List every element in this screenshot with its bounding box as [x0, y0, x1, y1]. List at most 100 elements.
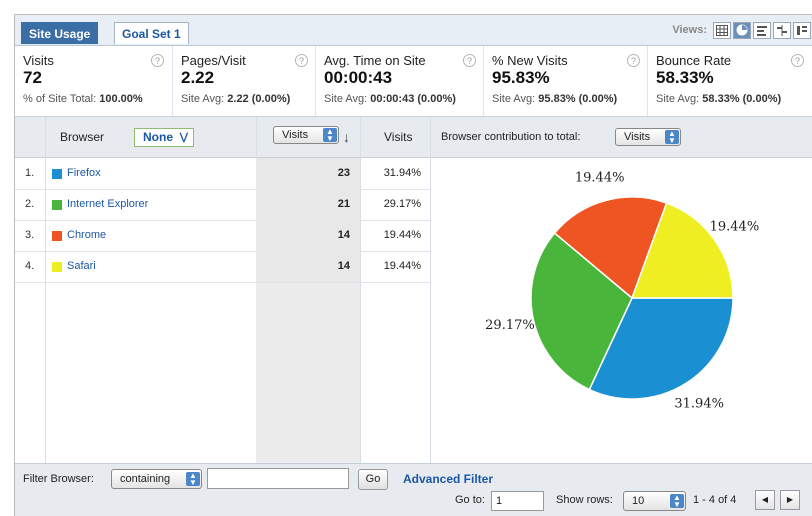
visits-cell: 21: [256, 189, 360, 220]
metric-sub-value: 95.83% (0.00%): [538, 93, 618, 105]
browser-link[interactable]: Firefox: [67, 158, 101, 189]
column-header-visits[interactable]: Visits: [384, 117, 412, 157]
metric-subtext: Site Avg: 95.83% (0.00%): [492, 93, 647, 105]
row-number: 1.: [25, 167, 35, 179]
column-header-browser[interactable]: Browser: [60, 117, 104, 157]
metric-sub-prefix: Site Avg:: [492, 93, 536, 105]
visits-cell: 14: [256, 220, 360, 251]
goto-label: Go to:: [455, 494, 485, 506]
metric-value: 00:00:43: [324, 68, 393, 87]
percent-cell: 31.94%: [383, 167, 421, 179]
metric-sub-prefix: Site Avg:: [656, 93, 700, 105]
metric-visits: Visits 72 % of Site Total: 100.00% ?: [15, 46, 173, 116]
contribution-metric-value: Visits: [624, 131, 651, 143]
percent-cell: 19.44%: [383, 260, 421, 272]
show-rows-select[interactable]: 10 ▲ ▼: [623, 491, 686, 511]
help-icon[interactable]: ?: [791, 54, 804, 67]
browser-link[interactable]: Chrome: [67, 220, 106, 251]
pie-view-icon[interactable]: [733, 21, 751, 39]
visits-cell: 23: [256, 158, 360, 189]
percent-cell: 29.17%: [383, 198, 421, 210]
metric-title: Bounce Rate: [656, 53, 732, 68]
metric-bounce-rate: Bounce Rate 58.33% Site Avg: 58.33% (0.0…: [648, 46, 812, 116]
table-row: 1. Firefox 23 31.94%: [15, 158, 430, 190]
scorecard: Visits 72 % of Site Total: 100.00% ? Pag…: [15, 46, 812, 117]
goto-page-input[interactable]: 1: [491, 491, 544, 511]
help-icon[interactable]: ?: [627, 54, 640, 67]
contribution-label: Browser contribution to total:: [441, 131, 581, 143]
filter-mode-select[interactable]: containing ▲ ▼: [111, 469, 202, 489]
sort-metric-select[interactable]: Visits ▲ ▼: [273, 126, 339, 144]
help-icon[interactable]: ?: [463, 54, 476, 67]
select-arrows-icon: ▲ ▼: [323, 128, 337, 143]
show-rows-label: Show rows:: [556, 494, 613, 506]
percent-cell: 19.44%: [383, 229, 421, 241]
metric-value: 72: [23, 68, 42, 87]
filter-input[interactable]: [207, 468, 349, 489]
table-view-icon[interactable]: [713, 21, 731, 39]
metric-title: Visits: [23, 53, 54, 68]
advanced-filter-link[interactable]: Advanced Filter: [403, 469, 493, 490]
metric-subtext: % of Site Total: 100.00%: [23, 93, 172, 105]
metric-title: % New Visits: [492, 53, 568, 68]
chevron-down-icon: ⋁: [179, 132, 188, 143]
help-icon[interactable]: ?: [151, 54, 164, 67]
secondary-dimension-select[interactable]: None ⋁: [134, 128, 194, 147]
row-number: 3.: [25, 229, 35, 241]
pie-label: 19.44%: [575, 170, 625, 185]
metric-subtext: Site Avg: 58.33% (0.00%): [656, 93, 812, 105]
filter-go-button[interactable]: Go: [358, 469, 388, 490]
metric-value: 2.22: [181, 68, 215, 87]
views-switcher: Views:: [672, 20, 811, 40]
legend-swatch: [52, 231, 62, 241]
views-label: Views:: [672, 24, 707, 36]
previous-page-button[interactable]: ◀: [755, 490, 775, 510]
metric-title: Avg. Time on Site: [324, 53, 426, 68]
visits-cell: 14: [256, 251, 360, 282]
help-icon[interactable]: ?: [295, 54, 308, 67]
metric-value: 58.33%: [656, 68, 714, 87]
tab-goal-set-1[interactable]: Goal Set 1: [114, 22, 189, 44]
metric-sub-prefix: Site Avg:: [181, 93, 225, 105]
filter-mode-value: containing: [120, 473, 171, 485]
pie-label: 29.17%: [485, 318, 535, 333]
table-row: 3. Chrome 14 19.44%: [15, 220, 430, 252]
table-row: 4. Safari 14 19.44%: [15, 251, 430, 283]
select-arrows-icon: ▲ ▼: [670, 494, 684, 509]
report-panel: Site Usage Goal Set 1 Views: Visits 72 %…: [14, 14, 812, 516]
metric-value: 95.83%: [492, 68, 550, 87]
browser-link[interactable]: Safari: [67, 251, 96, 282]
next-page-button[interactable]: ▶: [780, 490, 800, 510]
show-rows-value: 10: [632, 495, 645, 507]
pie-label: 19.44%: [710, 219, 760, 234]
filter-label: Filter Browser:: [23, 473, 94, 485]
tab-site-usage[interactable]: Site Usage: [21, 22, 99, 44]
pagination-range: 1 - 4 of 4: [693, 494, 737, 506]
select-arrows-icon: ▲ ▼: [665, 130, 679, 145]
secondary-dimension-value: None: [143, 130, 173, 144]
table-footer: Filter Browser: containing ▲ ▼ Go Advance…: [15, 463, 812, 516]
metric-sub-value: 00:00:43 (0.00%): [370, 93, 456, 105]
metric-sub-value: 58.33% (0.00%): [702, 93, 782, 105]
metric-sub-prefix: % of Site Total:: [23, 93, 97, 105]
metric-avg-time-on-site: Avg. Time on Site 00:00:43 Site Avg: 00:…: [316, 46, 484, 116]
sort-descending-icon[interactable]: ↓: [343, 117, 350, 157]
browser-link[interactable]: Internet Explorer: [67, 189, 148, 220]
legend-swatch: [52, 262, 62, 272]
pivot-view-icon[interactable]: [793, 21, 811, 39]
comparison-view-icon[interactable]: [773, 21, 791, 39]
metric-new-visits: % New Visits 95.83% Site Avg: 95.83% (0.…: [484, 46, 648, 116]
performance-view-icon[interactable]: [753, 21, 771, 39]
table-row: 2. Internet Explorer 21 29.17%: [15, 189, 430, 221]
metric-sub-value: 100.00%: [99, 93, 143, 105]
metric-subtext: Site Avg: 2.22 (0.00%): [181, 93, 315, 105]
contribution-pie-chart: 31.94% 29.17% 19.44% 19.44%: [485, 170, 760, 411]
metric-sub-value: 2.22 (0.00%): [227, 93, 291, 105]
pie-label: 31.94%: [674, 396, 724, 411]
metric-pages-per-visit: Pages/Visit 2.22 Site Avg: 2.22 (0.00%) …: [173, 46, 316, 116]
row-number: 4.: [25, 260, 35, 272]
contribution-metric-select[interactable]: Visits ▲ ▼: [615, 128, 681, 146]
select-arrows-icon: ▲ ▼: [186, 472, 200, 487]
metric-subtext: Site Avg: 00:00:43 (0.00%): [324, 93, 483, 105]
sort-metric-value: Visits: [282, 129, 309, 141]
